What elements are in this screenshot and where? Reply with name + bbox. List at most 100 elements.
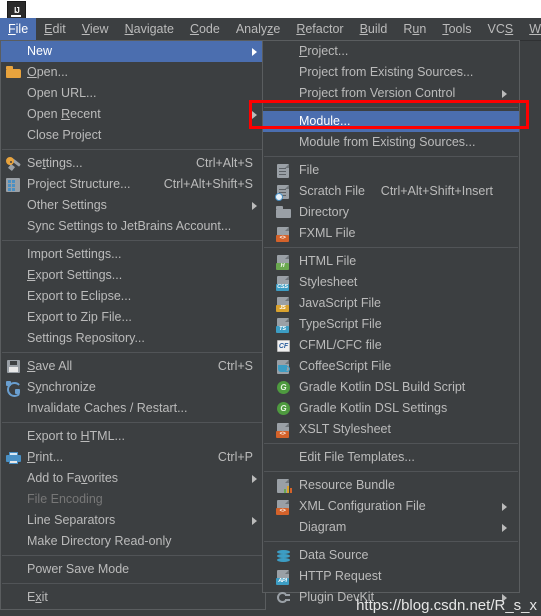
menubar-item-navigate-label: Navigate xyxy=(124,22,174,36)
submenu-item-http-request-label: HTTP Request xyxy=(299,569,382,583)
submenu-item-directory[interactable]: Directory xyxy=(263,202,519,223)
submenu-item-diagram[interactable]: Diagram xyxy=(263,517,519,538)
menubar-item-build[interactable]: Build xyxy=(352,18,396,40)
menu-item-export-settings[interactable]: Export Settings... xyxy=(1,265,265,286)
menu-separator xyxy=(264,541,518,542)
submenu-item-coffeescript-file-label: CoffeeScript File xyxy=(299,359,392,373)
menubar-item-refactor[interactable]: Refactor xyxy=(288,18,351,40)
menu-item-print-label: Print... xyxy=(27,450,64,464)
submenu-item-typescript-file[interactable]: TS TypeScript File xyxy=(263,314,519,335)
submenu-item-fxml-file[interactable]: <> FXML File xyxy=(263,223,519,244)
submenu-item-module[interactable]: Module... xyxy=(263,111,519,132)
menubar-item-view[interactable]: View xyxy=(74,18,117,40)
menu-item-make-directory-read-only-label: Make Directory Read-only xyxy=(27,534,172,548)
plugin-devkit-icon xyxy=(276,590,292,606)
scratch-file-icon xyxy=(275,184,292,201)
menu-item-make-directory-read-only[interactable]: Make Directory Read-only xyxy=(1,531,265,552)
menubar-item-edit[interactable]: Edit xyxy=(36,18,74,40)
submenu-item-project-from-version-control-label: Project from Version Control xyxy=(299,86,456,100)
menu-item-file-encoding: File Encoding xyxy=(1,489,265,510)
menu-item-export-to-zip-file[interactable]: Export to Zip File... xyxy=(1,307,265,328)
menu-item-line-separators[interactable]: Line Separators xyxy=(1,510,265,531)
submenu-item-javascript-file[interactable]: JS JavaScript File xyxy=(263,293,519,314)
submenu-item-data-source[interactable]: Data Source xyxy=(263,545,519,566)
submenu-item-project-from-existing-sources[interactable]: Project from Existing Sources... xyxy=(263,62,519,83)
submenu-item-module-label: Module... xyxy=(299,114,351,128)
submenu-item-javascript-file-label: JavaScript File xyxy=(299,296,381,310)
submenu-item-coffeescript-file[interactable]: CoffeeScript File xyxy=(263,356,519,377)
menu-item-open[interactable]: Open... xyxy=(1,62,265,83)
menu-item-sync-settings-jetbrains[interactable]: Sync Settings to JetBrains Account... xyxy=(1,216,265,237)
menubar-item-tools[interactable]: Tools xyxy=(434,18,479,40)
submenu-item-scratch-file[interactable]: Scratch File Ctrl+Alt+Shift+Insert xyxy=(263,181,519,202)
submenu-item-typescript-file-label: TypeScript File xyxy=(299,317,382,331)
menubar-item-refactor-label: Refactor xyxy=(296,22,344,36)
submenu-item-edit-file-templates[interactable]: Edit File Templates... xyxy=(263,447,519,468)
submenu-item-html-file-label: HTML File xyxy=(299,254,357,268)
menu-item-close-project-label: Close Project xyxy=(27,128,102,142)
menubar-item-analyze[interactable]: Analyze xyxy=(228,18,288,40)
menubar-item-vcs[interactable]: VCS xyxy=(480,18,522,40)
coffeescript-file-icon xyxy=(276,359,292,375)
menu-item-settings-repository[interactable]: Settings Repository... xyxy=(1,328,265,349)
submenu-item-project-from-version-control[interactable]: Project from Version Control xyxy=(263,83,519,104)
submenu-item-file-label: File xyxy=(299,163,320,177)
menu-separator xyxy=(2,555,264,556)
submenu-item-http-request[interactable]: API HTTP Request xyxy=(263,566,519,587)
submenu-item-stylesheet-label: Stylesheet xyxy=(299,275,358,289)
menubar-item-build-label: Build xyxy=(359,22,388,36)
menu-separator xyxy=(2,422,264,423)
menu-item-invalidate-caches-restart-label: Invalidate Caches / Restart... xyxy=(27,401,188,415)
menu-item-save-all-accelerator: Ctrl+S xyxy=(217,359,253,373)
menu-item-import-settings[interactable]: Import Settings... xyxy=(1,244,265,265)
submenu-item-gradle-kotlin-dsl-settings-label: Gradle Kotlin DSL Settings xyxy=(299,401,448,415)
menubar-item-navigate[interactable]: Navigate xyxy=(117,18,182,40)
menu-item-other-settings[interactable]: Other Settings xyxy=(1,195,265,216)
chevron-right-icon xyxy=(502,90,507,98)
menu-item-new[interactable]: New xyxy=(1,41,265,62)
menu-item-power-save-mode[interactable]: Power Save Mode xyxy=(1,559,265,580)
menubar-item-view-label: View xyxy=(81,22,109,36)
menu-item-project-structure[interactable]: Project Structure... Ctrl+Alt+Shift+S xyxy=(1,174,265,195)
submenu-item-xml-configuration-file[interactable]: <> XML Configuration File xyxy=(263,496,519,517)
submenu-item-gradle-kotlin-dsl-settings[interactable]: G Gradle Kotlin DSL Settings xyxy=(263,398,519,419)
menu-item-invalidate-caches-restart[interactable]: Invalidate Caches / Restart... xyxy=(1,398,265,419)
submenu-item-resource-bundle[interactable]: Resource Bundle xyxy=(263,475,519,496)
menubar-item-window[interactable]: Window xyxy=(521,18,541,40)
menu-item-close-project[interactable]: Close Project xyxy=(1,125,265,146)
new-submenu-popup[interactable]: Project... Project from Existing Sources… xyxy=(262,40,520,604)
submenu-item-html-file[interactable]: H HTML File xyxy=(263,251,519,272)
css-file-icon: CSS xyxy=(276,275,292,291)
menu-item-print[interactable]: Print... Ctrl+P xyxy=(1,447,265,468)
submenu-item-project-label: Project... xyxy=(299,44,349,58)
submenu-item-cfml-cfc-file[interactable]: CF CFML/CFC file xyxy=(263,335,519,356)
file-menu-popup[interactable]: New Open... Open URL... Open Recent Clos… xyxy=(0,40,266,610)
menu-item-save-all-label: Save All xyxy=(27,359,73,373)
menu-separator xyxy=(264,107,518,108)
submenu-item-gradle-kotlin-dsl-build-script[interactable]: G Gradle Kotlin DSL Build Script xyxy=(263,377,519,398)
submenu-item-project[interactable]: Project... xyxy=(263,41,519,62)
menu-item-print-accelerator: Ctrl+P xyxy=(217,450,253,464)
menu-item-open-recent[interactable]: Open Recent xyxy=(1,104,265,125)
submenu-item-diagram-label: Diagram xyxy=(299,520,347,534)
submenu-item-file[interactable]: File xyxy=(263,160,519,181)
menubar-item-code[interactable]: Code xyxy=(182,18,228,40)
menu-item-export-to-html[interactable]: Export to HTML... xyxy=(1,426,265,447)
project-structure-icon xyxy=(6,177,22,193)
submenu-item-module-from-existing-sources[interactable]: Module from Existing Sources... xyxy=(263,132,519,153)
xml-config-file-icon: <> xyxy=(276,499,292,515)
menu-item-exit[interactable]: Exit xyxy=(1,587,265,608)
menu-item-open-url[interactable]: Open URL... xyxy=(1,83,265,104)
directory-folder-icon xyxy=(276,205,292,221)
menubar-item-file[interactable]: File xyxy=(0,18,37,40)
gradle-icon: G xyxy=(276,380,292,396)
menubar-item-run[interactable]: Run xyxy=(395,18,434,40)
menu-item-synchronize[interactable]: Synchronize xyxy=(1,377,265,398)
submenu-item-xslt-stylesheet[interactable]: <> XSLT Stylesheet xyxy=(263,419,519,440)
submenu-item-stylesheet[interactable]: CSS Stylesheet xyxy=(263,272,519,293)
menu-item-export-to-eclipse[interactable]: Export to Eclipse... xyxy=(1,286,265,307)
menu-item-settings[interactable]: Settings... Ctrl+Alt+S xyxy=(1,153,265,174)
menu-item-save-all[interactable]: Save All Ctrl+S xyxy=(1,356,265,377)
menu-bar[interactable]: File Edit View Navigate Code Analyze Ref… xyxy=(0,18,541,41)
menu-item-add-to-favorites[interactable]: Add to Favorites xyxy=(1,468,265,489)
